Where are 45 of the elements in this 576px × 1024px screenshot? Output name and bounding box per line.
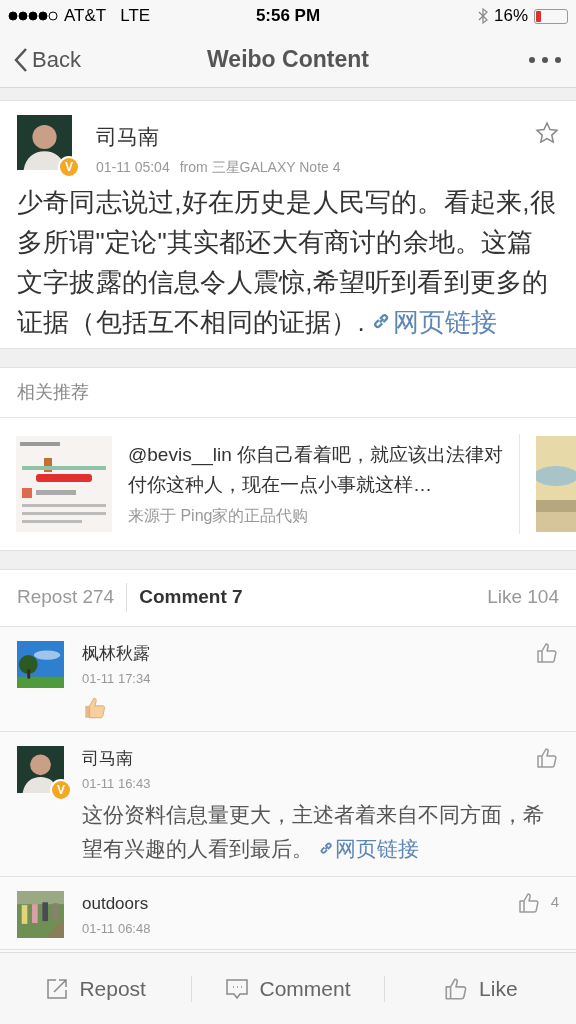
avatar[interactable] [17,745,64,793]
signal-icon [8,11,58,21]
related-source: 来源于 Ping家的正品代购 [128,505,310,526]
page-title: Weibo Content [206,45,370,75]
post-source: from 三星GALAXY Note 4 [179,157,341,177]
carrier-label: AT&T [64,5,107,28]
post-time: 01-11 05:04 [96,157,170,177]
post-text: 少奇同志说过,好在历史是人民写的。看起来,很多所谓"定论"其实都还大有商讨的余地。这篇文字披露的信息令人震惊,希望听到看到更多的证据（包括互不相同的证据）. 网页链接 [17,185,557,339]
verified-badge: V [58,156,80,178]
avatar[interactable] [17,115,72,170]
thumbs-up-icon[interactable] [516,890,541,915]
comment-text: 这份资料信息量更大，主述者着来自不同方面，希望有兴趣的人看到最后。 网页链接 [82,801,545,862]
tab[interactable]: Comment 7 [127,583,243,612]
verified-badge: V [50,778,72,801]
commenter-name[interactable]: outdoors [82,890,517,916]
comment-button[interactable]: Comment [192,953,384,1024]
clock: 5:56 PM [254,5,322,28]
bluetooth-icon [477,8,488,24]
repost-button[interactable]: Repost [0,953,192,1024]
related-text: @bevis__lin 你自己看着吧，就应该出法律对付你这种人，现在一点小事就这样… [128,442,505,497]
link-icon [318,841,334,856]
comment-icon[interactable] [225,976,250,1001]
author-name[interactable]: 司马南 [96,121,511,153]
back-button[interactable]: Back [14,43,144,76]
web-link[interactable]: 网页链接 [318,836,420,860]
commenter-name[interactable]: 司马南 [82,745,535,771]
comment-time: 01-11 17:34 [82,670,152,688]
back-chevron-icon [14,46,28,73]
commenter-name[interactable]: 枫林秋露 [82,640,535,666]
share-icon[interactable] [45,976,70,1001]
thumbs-up-icon[interactable] [535,640,559,665]
battery-percent: 16% [493,5,528,28]
comment-time: 01-11 16:43 [82,775,152,793]
star-icon[interactable] [535,121,559,145]
thumbs-up-icon[interactable] [535,745,559,770]
related-card[interactable]: @bevis__lin 你自己看着吧，就应该出法律对付你这种人，现在一点小事就这样… 来源于 Ping家的正品代购 [16,433,520,534]
like-button[interactable]: Like [384,953,576,1024]
network-label: LTE [120,5,151,28]
section-title: 相关推荐 [17,380,89,404]
comment-time: 01-11 06:48 [82,920,152,938]
like-count: 4 [550,892,559,913]
link-icon [372,312,391,331]
battery-icon [534,8,568,24]
web-link[interactable]: 网页链接 [372,306,498,337]
more-icon[interactable] [528,55,562,64]
